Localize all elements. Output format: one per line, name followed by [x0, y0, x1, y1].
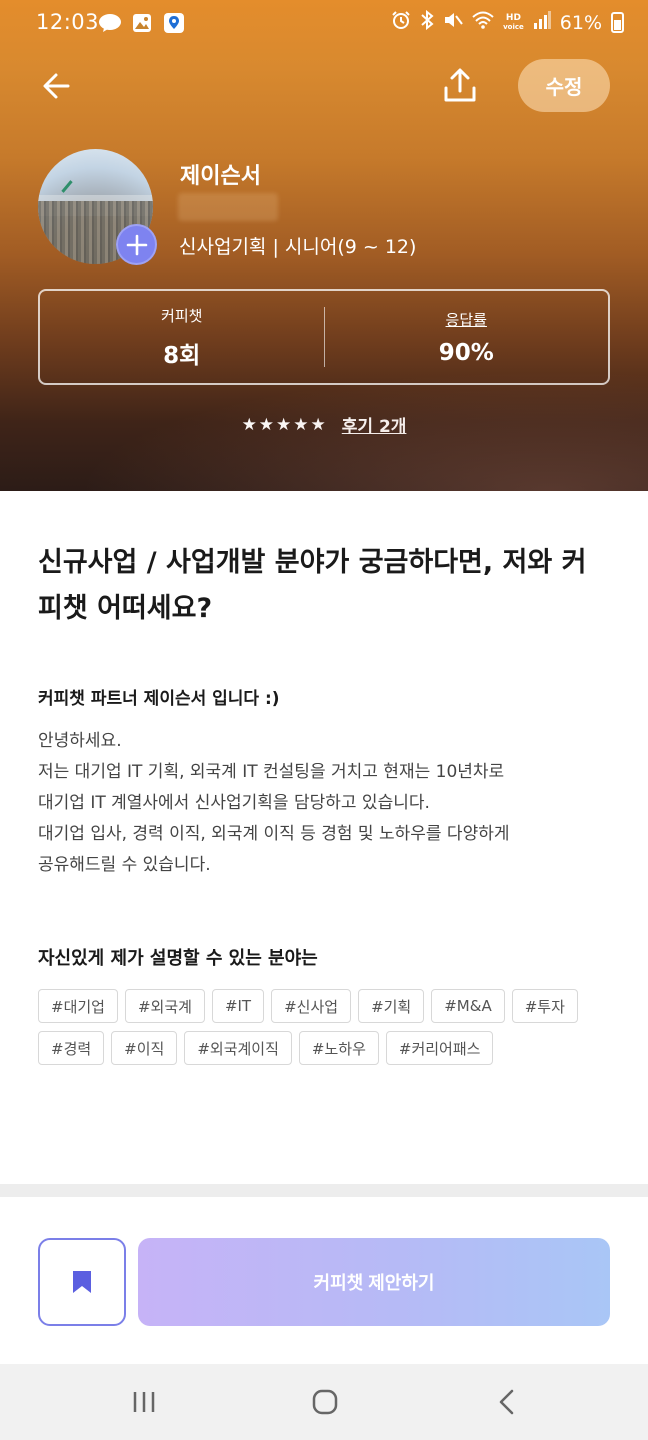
back-icon[interactable] [489, 1384, 525, 1420]
signal-icon [533, 11, 551, 34]
rating-row: ★★★★★ 후기 2개 [0, 412, 648, 438]
bluetooth-icon [420, 9, 434, 35]
location-icon [162, 12, 186, 34]
stat-coffee-chat: 커피챗 8회 [40, 291, 324, 383]
status-bar: 12:03 HD voice 61% [0, 0, 648, 48]
tag-list: #대기업 #외국계 #IT #신사업 #기획 #M&A #투자 #경력 #이직 … [38, 989, 618, 1065]
plus-icon [126, 234, 147, 255]
propose-coffee-chat-button[interactable]: 커피챗 제안하기 [138, 1238, 610, 1326]
tag-item: #외국계 [124, 989, 205, 1023]
wifi-icon [472, 11, 494, 34]
add-photo-button[interactable] [116, 224, 157, 265]
tag-item: #외국계이직 [184, 1031, 292, 1065]
system-nav-bar [0, 1364, 648, 1440]
stat-response-rate[interactable]: 응답률 90% [325, 291, 609, 383]
profile-hero: 12:03 HD voice 61% 수정 제이슨서 신사업기획 | 시니어(9… [0, 0, 648, 491]
tag-item: #경력 [38, 1031, 105, 1065]
stat-coffee-label: 커피챗 [161, 306, 203, 325]
stat-coffee-value: 8회 [163, 342, 201, 369]
mute-icon [443, 10, 463, 35]
tag-item: #IT [211, 989, 265, 1023]
gallery-icon [130, 12, 154, 34]
tag-item: #커리어패스 [385, 1031, 494, 1065]
intro-body: 안녕하세요. 저는 대기업 IT 기획, 외국계 IT 컨설팅을 거치고 현재는… [38, 731, 510, 875]
voice-label: voice [503, 22, 524, 31]
status-time: 12:03 [36, 10, 100, 34]
battery-percent: 61% [559, 11, 602, 34]
battery-icon [611, 12, 624, 33]
profile-role: 신사업기획 | 시니어(9 ~ 12) [179, 236, 417, 258]
stats-box: 커피챗 8회 응답률 90% [38, 289, 610, 385]
back-button[interactable] [38, 66, 78, 106]
expertise-title: 자신있게 제가 설명할 수 있는 분야는 [38, 948, 318, 969]
stat-response-label[interactable]: 응답률 [446, 309, 487, 330]
hd-voice-indicator: HD voice [503, 12, 524, 32]
section-divider [0, 1184, 648, 1197]
tag-item: #신사업 [271, 989, 352, 1023]
intro-title: 커피챗 파트너 제이슨서 입니다 :) [38, 689, 280, 709]
bookmark-icon [73, 1271, 91, 1293]
tag-item: #기획 [358, 989, 425, 1023]
status-system-icons: HD voice 61% [391, 9, 624, 35]
tag-item: #이직 [111, 1031, 178, 1065]
tag-item: #M&A [431, 989, 505, 1023]
home-icon[interactable] [307, 1384, 343, 1420]
review-link[interactable]: 후기 2개 [342, 412, 407, 437]
share-button[interactable] [440, 66, 480, 106]
stat-response-value: 90% [438, 339, 494, 366]
status-notification-icons [98, 12, 186, 34]
share-icon [444, 68, 476, 102]
arrow-left-icon [43, 73, 70, 99]
recent-apps-icon[interactable] [126, 1384, 162, 1420]
alarm-icon [391, 10, 411, 35]
edit-button[interactable]: 수정 [518, 59, 610, 112]
page-headline: 신규사업 / 사업개발 분야가 궁금하다면, 저와 커피챗 어떠세요? [38, 547, 587, 624]
profile-name: 제이슨서 [180, 164, 261, 189]
bookmark-button[interactable] [38, 1238, 126, 1326]
blurred-info [178, 193, 278, 221]
hd-label: HD [505, 12, 521, 23]
tag-item: #대기업 [38, 989, 118, 1023]
talk-icon [98, 12, 122, 34]
star-rating: ★★★★★ [241, 414, 328, 435]
tag-item: #노하우 [298, 1031, 379, 1065]
tag-item: #투자 [511, 989, 578, 1023]
